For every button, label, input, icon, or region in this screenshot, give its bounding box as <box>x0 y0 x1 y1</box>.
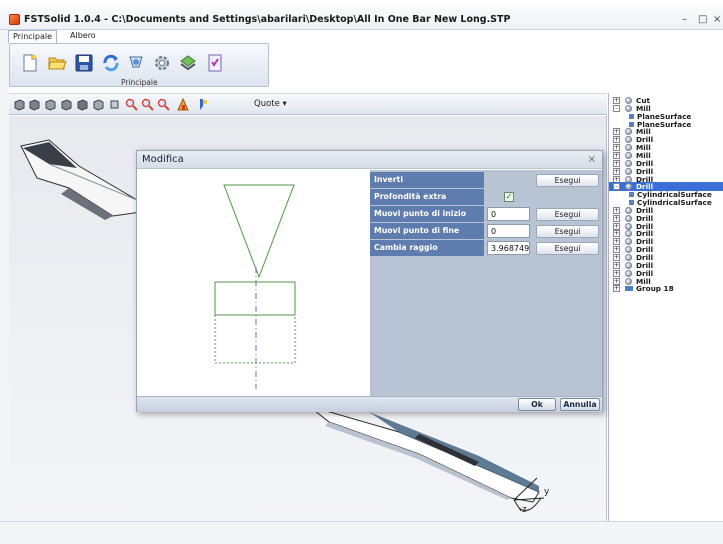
cambia-raggio-input[interactable]: 3.968749! <box>487 241 530 255</box>
tool-icon[interactable] <box>126 53 146 73</box>
tab-albero[interactable]: Albero <box>66 30 100 43</box>
zoom-out-icon[interactable] <box>141 98 154 111</box>
drill-profile-drawing <box>214 184 296 389</box>
axis-z-label: z <box>522 505 527 515</box>
close-button[interactable]: × <box>713 14 721 25</box>
prop-label: Muovi punto di inizio <box>370 206 484 222</box>
tab-principale[interactable]: Principale <box>8 30 58 43</box>
muovi-inizio-input[interactable]: 0 <box>487 207 530 221</box>
row-inverti: Inverti Esegui <box>370 172 602 188</box>
surface-icon <box>629 113 634 119</box>
expand-icon[interactable]: + <box>613 285 620 293</box>
prop-label: Muovi punto di fine <box>370 223 484 239</box>
open-folder-icon[interactable] <box>47 53 67 73</box>
row-profondita-extra: Profondità extra ✓ <box>370 189 602 205</box>
zoom-in-icon[interactable] <box>125 98 138 111</box>
home-view-icon[interactable] <box>177 98 190 111</box>
view-toolbar: Quote ▾ <box>9 93 607 115</box>
tree-node[interactable]: + Group 18 <box>609 284 723 293</box>
row-muovi-inizio: Muovi punto di inizio 0 Esegui <box>370 206 602 222</box>
export-icon[interactable] <box>178 53 198 73</box>
new-file-icon[interactable] <box>20 53 40 73</box>
surface-icon <box>629 121 634 127</box>
zoom-fit-icon[interactable] <box>157 98 170 111</box>
view-back-icon[interactable] <box>28 98 41 111</box>
modifica-dialog: Modifica × Inverti Esegui Profondità ext… <box>136 150 603 412</box>
settings-gear-icon[interactable] <box>152 53 172 73</box>
window-title: FSTSolid 1.0.4 - C:\Documents and Settin… <box>24 14 511 25</box>
view-top-icon[interactable] <box>76 98 89 111</box>
minimize-button[interactable]: – <box>682 14 687 25</box>
quote-label: Quote <box>254 99 280 109</box>
measure-tool-icon[interactable] <box>197 98 210 111</box>
cambia-raggio-esegui-button[interactable]: Esegui <box>536 242 599 255</box>
refresh-icon[interactable] <box>101 53 121 73</box>
group-icon <box>625 286 633 292</box>
ribbon-panel: Principale <box>9 43 269 87</box>
muovi-fine-input[interactable]: 0 <box>487 224 530 238</box>
drill-preview <box>143 171 369 395</box>
surface-icon <box>629 192 634 198</box>
row-muovi-fine: Muovi punto di fine 0 Esegui <box>370 223 602 239</box>
ribbon-group-label: Principale <box>121 78 158 87</box>
left-margin <box>0 30 9 521</box>
muovi-fine-esegui-button[interactable]: Esegui <box>536 225 599 238</box>
view-front-icon[interactable] <box>13 98 26 111</box>
dropdown-arrow-icon: ▾ <box>282 99 287 109</box>
prop-label: Cambia raggio <box>370 240 484 256</box>
status-strip <box>0 521 723 544</box>
surface-icon <box>629 200 634 206</box>
app-logo-icon <box>9 14 20 25</box>
tree-node-label: Group 18 <box>636 284 674 294</box>
feature-tree[interactable]: + Cut - Mill PlaneSurface PlaneSurface + Mill + D… <box>608 93 723 521</box>
title-bar: FSTSolid 1.0.4 - C:\Documents and Settin… <box>0 0 723 30</box>
view-right-icon[interactable] <box>60 98 73 111</box>
view-bottom-icon[interactable] <box>92 98 105 111</box>
dialog-close-button[interactable]: × <box>588 154 596 165</box>
profondita-extra-checkbox[interactable]: ✓ <box>504 192 514 202</box>
view-iso-icon[interactable] <box>108 98 121 111</box>
dialog-title-bar[interactable]: Modifica × <box>137 151 602 169</box>
maximize-button[interactable]: □ <box>698 14 707 25</box>
prop-label: Profondità extra <box>370 189 484 205</box>
annulla-button[interactable]: Annulla <box>560 398 600 411</box>
prop-label: Inverti <box>370 172 484 188</box>
save-icon[interactable] <box>74 53 94 73</box>
checklist-icon[interactable] <box>205 53 225 73</box>
property-grid: Inverti Esegui Profondità extra ✓ Muovi … <box>370 170 602 396</box>
muovi-inizio-esegui-button[interactable]: Esegui <box>536 208 599 221</box>
dialog-title: Modifica <box>142 154 184 165</box>
row-cambia-raggio: Cambia raggio 3.968749! Esegui <box>370 240 602 256</box>
quote-dropdown[interactable]: Quote ▾ <box>254 99 287 109</box>
axis-y-label: y <box>544 487 550 497</box>
view-left-icon[interactable] <box>44 98 57 111</box>
dialog-footer: Ok Annulla <box>137 396 602 412</box>
ok-button[interactable]: Ok <box>518 398 556 411</box>
inverti-esegui-button[interactable]: Esegui <box>536 174 599 187</box>
